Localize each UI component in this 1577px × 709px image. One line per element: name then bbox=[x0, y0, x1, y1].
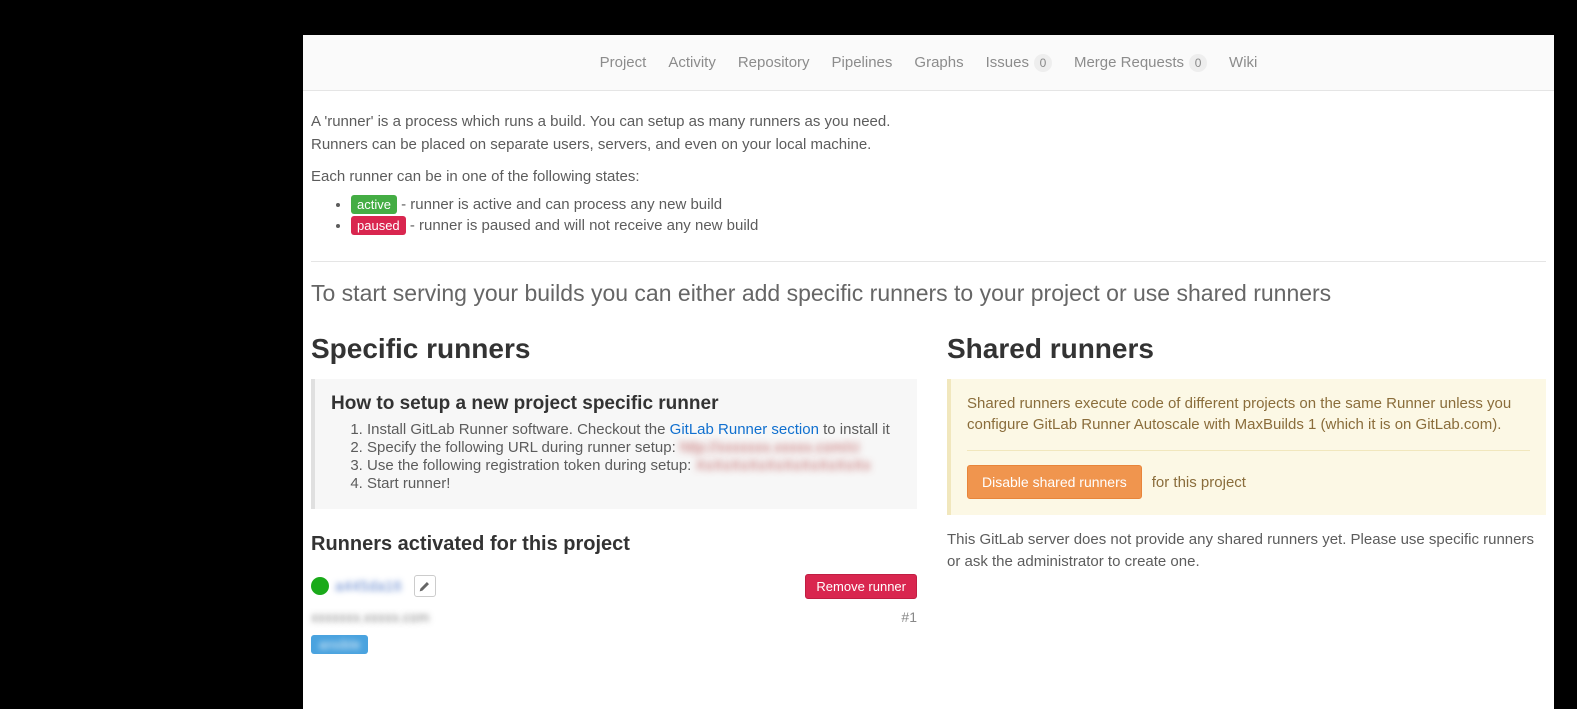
nav-wiki[interactable]: Wiki bbox=[1229, 54, 1257, 71]
shared-panel-text: Shared runners execute code of different… bbox=[967, 393, 1530, 437]
howto-step-2: Specify the following URL during runner … bbox=[367, 439, 901, 456]
activated-runners-title: Runners activated for this project bbox=[311, 533, 917, 556]
nav-pipelines[interactable]: Pipelines bbox=[832, 54, 893, 71]
page-content: A 'runner' is a process which runs a bui… bbox=[303, 91, 1554, 654]
nav-mr-label: Merge Requests bbox=[1074, 54, 1184, 71]
nav-merge-requests[interactable]: Merge Requests 0 bbox=[1074, 54, 1207, 72]
nav-issues[interactable]: Issues 0 bbox=[986, 54, 1052, 72]
nav-mr-count: 0 bbox=[1189, 54, 1207, 72]
runner-left: a445da16 bbox=[311, 575, 436, 597]
nav-issues-label: Issues bbox=[986, 54, 1029, 71]
shared-action-row: Disable shared runners for this project bbox=[967, 465, 1530, 499]
runner-status-dot-icon bbox=[311, 577, 329, 595]
howto-title: How to setup a new project specific runn… bbox=[331, 393, 901, 415]
nav-activity[interactable]: Activity bbox=[668, 54, 716, 71]
columns: Specific runners How to setup a new proj… bbox=[311, 333, 1546, 654]
edit-runner-button[interactable] bbox=[414, 575, 436, 597]
nav-graphs[interactable]: Graphs bbox=[914, 54, 963, 71]
runner-id-redacted[interactable]: a445da16 bbox=[335, 578, 402, 595]
active-desc: - runner is active and can process any n… bbox=[397, 196, 722, 213]
top-nav: Project Activity Repository Pipelines Gr… bbox=[303, 35, 1554, 91]
shared-runners-column: Shared runners Shared runners execute co… bbox=[947, 333, 1546, 654]
state-paused-item: paused - runner is paused and will not r… bbox=[351, 216, 1546, 235]
intro-states-line: Each runner can be in one of the followi… bbox=[311, 166, 1546, 189]
lead-text: To start serving your builds you can eit… bbox=[311, 280, 1546, 307]
remove-runner-button[interactable]: Remove runner bbox=[805, 574, 917, 599]
nav-project[interactable]: Project bbox=[600, 54, 647, 71]
howto-steps: Install GitLab Runner software. Checkout… bbox=[367, 421, 901, 492]
setup-url-redacted: http://xxxxxxx.xxxxx.com/ci bbox=[680, 439, 859, 456]
step3-text: Use the following registration token dur… bbox=[367, 457, 696, 474]
paused-badge: paused bbox=[351, 216, 406, 235]
specific-runners-title: Specific runners bbox=[311, 333, 917, 365]
shared-note: This GitLab server does not provide any … bbox=[947, 529, 1546, 573]
nav-issues-count: 0 bbox=[1034, 54, 1052, 72]
shared-panel-divider bbox=[967, 450, 1530, 451]
howto-step-4: Start runner! bbox=[367, 475, 901, 492]
divider bbox=[311, 261, 1546, 262]
step2-text: Specify the following URL during runner … bbox=[367, 439, 680, 456]
runner-states-list: active - runner is active and can proces… bbox=[351, 195, 1546, 235]
howto-panel: How to setup a new project specific runn… bbox=[311, 379, 917, 509]
app-window: Project Activity Repository Pipelines Gr… bbox=[303, 35, 1554, 709]
gitlab-runner-link[interactable]: GitLab Runner section bbox=[670, 421, 819, 438]
registration-token-redacted: XxXxXxXxXxXxXxXxXxXx bbox=[696, 457, 871, 474]
intro-line-1: A 'runner' is a process which runs a bui… bbox=[311, 111, 1546, 134]
shared-runners-title: Shared runners bbox=[947, 333, 1546, 365]
pencil-icon bbox=[419, 581, 430, 592]
runner-meta: xxxxxxx.xxxxx.com #1 bbox=[311, 609, 917, 625]
nav-repository[interactable]: Repository bbox=[738, 54, 810, 71]
step1-pre: Install GitLab Runner software. Checkout… bbox=[367, 421, 670, 438]
howto-step-3: Use the following registration token dur… bbox=[367, 457, 901, 474]
for-this-project-text: for this project bbox=[1152, 474, 1246, 491]
paused-desc: - runner is paused and will not receive … bbox=[406, 217, 759, 234]
runner-number: #1 bbox=[901, 609, 917, 625]
intro-block: A 'runner' is a process which runs a bui… bbox=[311, 111, 1546, 235]
state-active-item: active - runner is active and can proces… bbox=[351, 195, 1546, 214]
specific-runners-column: Specific runners How to setup a new proj… bbox=[311, 333, 917, 654]
step1-post: to install it bbox=[819, 421, 890, 438]
disable-shared-runners-button[interactable]: Disable shared runners bbox=[967, 465, 1142, 499]
runner-tag-redacted: ansible bbox=[311, 635, 368, 654]
intro-line-2: Runners can be placed on separate users,… bbox=[311, 134, 1546, 157]
active-badge: active bbox=[351, 195, 397, 214]
runner-host-redacted: xxxxxxx.xxxxx.com bbox=[311, 609, 429, 625]
howto-step-1: Install GitLab Runner software. Checkout… bbox=[367, 421, 901, 438]
shared-panel: Shared runners execute code of different… bbox=[947, 379, 1546, 516]
runner-row: a445da16 Remove runner bbox=[311, 574, 917, 599]
